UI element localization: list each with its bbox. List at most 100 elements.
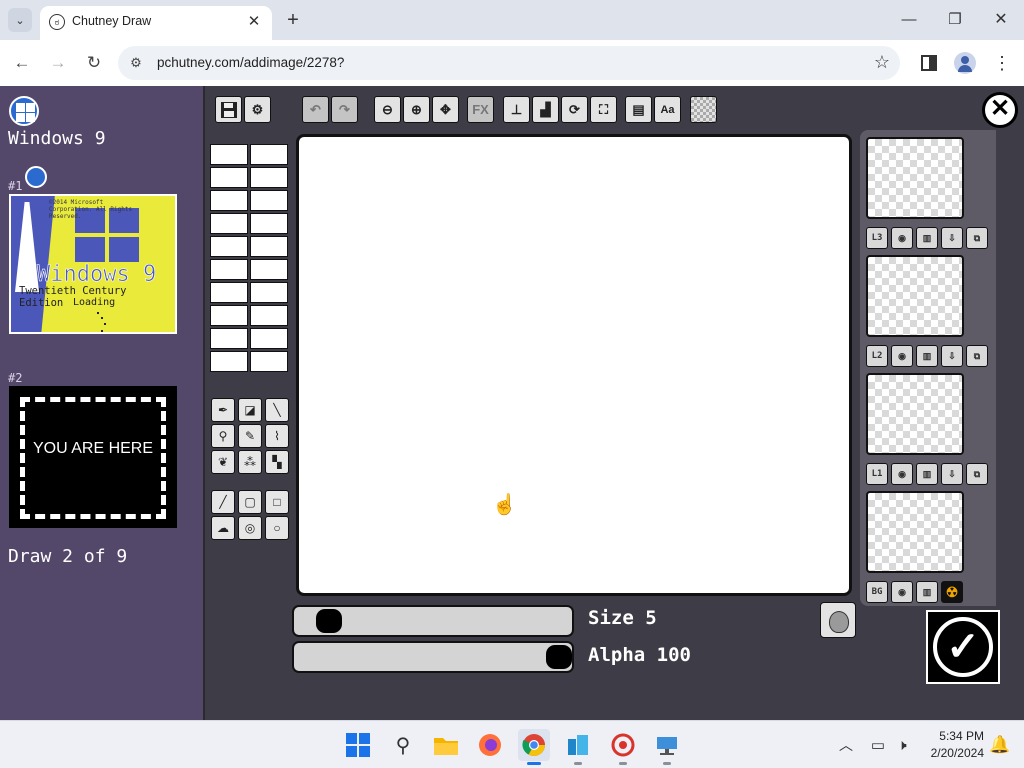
trash-icon[interactable]: ▥ [916, 581, 938, 603]
frame-thumbnail-1[interactable]: ©2014 Microsoft Corporation. All Rights … [9, 194, 177, 334]
color-swatch[interactable] [250, 305, 288, 326]
firefox-icon[interactable] [474, 729, 506, 761]
close-window-icon[interactable]: ✕ [987, 8, 1015, 32]
layer-thumbnail-l2[interactable] [866, 255, 964, 337]
transparency-icon[interactable] [690, 96, 717, 123]
layer-label[interactable]: L1 [866, 463, 888, 485]
move-down-icon[interactable]: ⇩ [941, 463, 963, 485]
color-swatch[interactable] [250, 351, 288, 372]
trash-icon[interactable]: ▥ [916, 463, 938, 485]
color-swatch[interactable] [210, 259, 248, 280]
drawing-canvas[interactable] [296, 134, 852, 596]
layer-thumbnail-l1[interactable] [866, 373, 964, 455]
size-slider[interactable] [292, 605, 574, 637]
close-icon[interactable]: ✕ [982, 92, 1018, 128]
crop-icon[interactable]: ⛶ [590, 96, 617, 123]
circle-outline-icon[interactable]: ◎ [238, 516, 262, 540]
color-swatch[interactable] [250, 167, 288, 188]
browser-tab[interactable]: ಠ Chutney Draw ✕ [40, 6, 272, 40]
undo-icon[interactable]: ↶ [302, 96, 329, 123]
color-swatch[interactable] [250, 328, 288, 349]
eye-icon[interactable]: ◉ [891, 345, 913, 367]
color-swatch[interactable] [210, 282, 248, 303]
forward-icon[interactable]: → [47, 52, 69, 74]
frame-thumbnail-2[interactable]: YOU ARE HERE [9, 386, 177, 528]
color-swatch[interactable] [250, 236, 288, 257]
move-down-icon[interactable]: ⇩ [941, 345, 963, 367]
eye-icon[interactable]: ◉ [891, 227, 913, 249]
profile-icon[interactable] [954, 52, 976, 74]
text-icon[interactable]: Aa [654, 96, 681, 123]
trash-icon[interactable]: ▥ [916, 345, 938, 367]
chrome-icon[interactable] [518, 729, 550, 765]
alpha-slider-thumb[interactable] [546, 645, 572, 669]
merge-icon[interactable]: ⧉ [966, 463, 988, 485]
address-bar[interactable]: ⚙ pchutney.com/addimage/2278? ☆ [118, 46, 900, 80]
color-swatch[interactable] [250, 190, 288, 211]
side-panel-icon[interactable] [918, 52, 940, 74]
color-swatch[interactable] [210, 351, 248, 372]
dropper-icon[interactable]: ⚲ [211, 424, 235, 448]
minimize-icon[interactable]: — [895, 8, 923, 32]
circle-fill-icon[interactable]: ○ [265, 516, 289, 540]
search-icon[interactable]: ⚲ [387, 729, 419, 761]
plus-icon[interactable]: + [282, 9, 304, 31]
more-vert-icon[interactable]: ⋮ [992, 52, 1012, 74]
url-text[interactable]: pchutney.com/addimage/2278? [157, 55, 344, 70]
size-slider-thumb[interactable] [316, 609, 342, 633]
clock-time[interactable]: 5:34 PM [922, 729, 984, 743]
pencil-icon[interactable]: ✎ [238, 424, 262, 448]
back-icon[interactable]: ← [11, 52, 33, 74]
color-swatch[interactable] [210, 305, 248, 326]
eye-icon[interactable]: ◉ [891, 463, 913, 485]
chevron-up-icon[interactable]: ︿ [830, 729, 862, 761]
color-swatch[interactable] [210, 236, 248, 257]
rotate-icon[interactable]: ⟳ [561, 96, 588, 123]
stamp-icon[interactable]: ⊥ [503, 96, 530, 123]
zoom-in-icon[interactable]: ⊕ [403, 96, 430, 123]
color-swatch[interactable] [210, 213, 248, 234]
site-info-icon[interactable]: ⚙ [126, 53, 146, 73]
redo-icon[interactable]: ↷ [331, 96, 358, 123]
color-swatch[interactable] [250, 144, 288, 165]
app-blue-icon[interactable] [562, 729, 594, 765]
layer-thumbnail-bg[interactable] [866, 491, 964, 573]
radiation-icon[interactable]: ☢ [941, 581, 963, 603]
layer-label[interactable]: BG [866, 581, 888, 603]
onion-skin-icon[interactable] [820, 602, 856, 638]
notification-bell-icon[interactable]: 🔔 [984, 729, 1016, 761]
brush-icon[interactable]: ╲ [265, 398, 289, 422]
star-icon[interactable]: ☆ [874, 52, 890, 73]
line-icon[interactable]: ╱ [211, 490, 235, 514]
close-icon[interactable]: ✕ [245, 13, 263, 31]
bucket-icon[interactable]: ▟ [532, 96, 559, 123]
rect-fill-icon[interactable]: □ [265, 490, 289, 514]
pen-icon[interactable]: ✒ [211, 398, 235, 422]
tab-list-icon[interactable]: ⌄ [8, 8, 32, 32]
merge-icon[interactable]: ⧉ [966, 227, 988, 249]
spray-icon[interactable]: ⁂ [238, 450, 262, 474]
file-explorer-icon[interactable] [430, 729, 462, 761]
color-swatch[interactable] [210, 144, 248, 165]
color-swatch[interactable] [250, 213, 288, 234]
image-icon[interactable]: ▤ [625, 96, 652, 123]
merge-icon[interactable]: ⧉ [966, 345, 988, 367]
settings-icon[interactable]: ⚙ [244, 96, 271, 123]
fill-icon[interactable]: ❦ [211, 450, 235, 474]
maximize-icon[interactable]: ❐ [941, 8, 969, 32]
eraser-icon[interactable]: ◪ [238, 398, 262, 422]
eye-icon[interactable]: ◉ [891, 581, 913, 603]
airbrush-icon[interactable]: ⌇ [265, 424, 289, 448]
zoom-out-icon[interactable]: ⊖ [374, 96, 401, 123]
reload-icon[interactable]: ↻ [83, 52, 105, 74]
rect-outline-icon[interactable]: ▢ [238, 490, 262, 514]
alpha-slider[interactable] [292, 641, 574, 673]
save-icon[interactable] [215, 96, 242, 123]
layer-thumbnail-l3[interactable] [866, 137, 964, 219]
project-logo-icon[interactable] [9, 96, 39, 126]
project-title[interactable]: Windows 9 [8, 128, 106, 149]
dither-icon[interactable]: ▚ [265, 450, 289, 474]
layer-label[interactable]: L2 [866, 345, 888, 367]
move-down-icon[interactable]: ⇩ [941, 227, 963, 249]
app-network-icon[interactable] [651, 729, 683, 765]
